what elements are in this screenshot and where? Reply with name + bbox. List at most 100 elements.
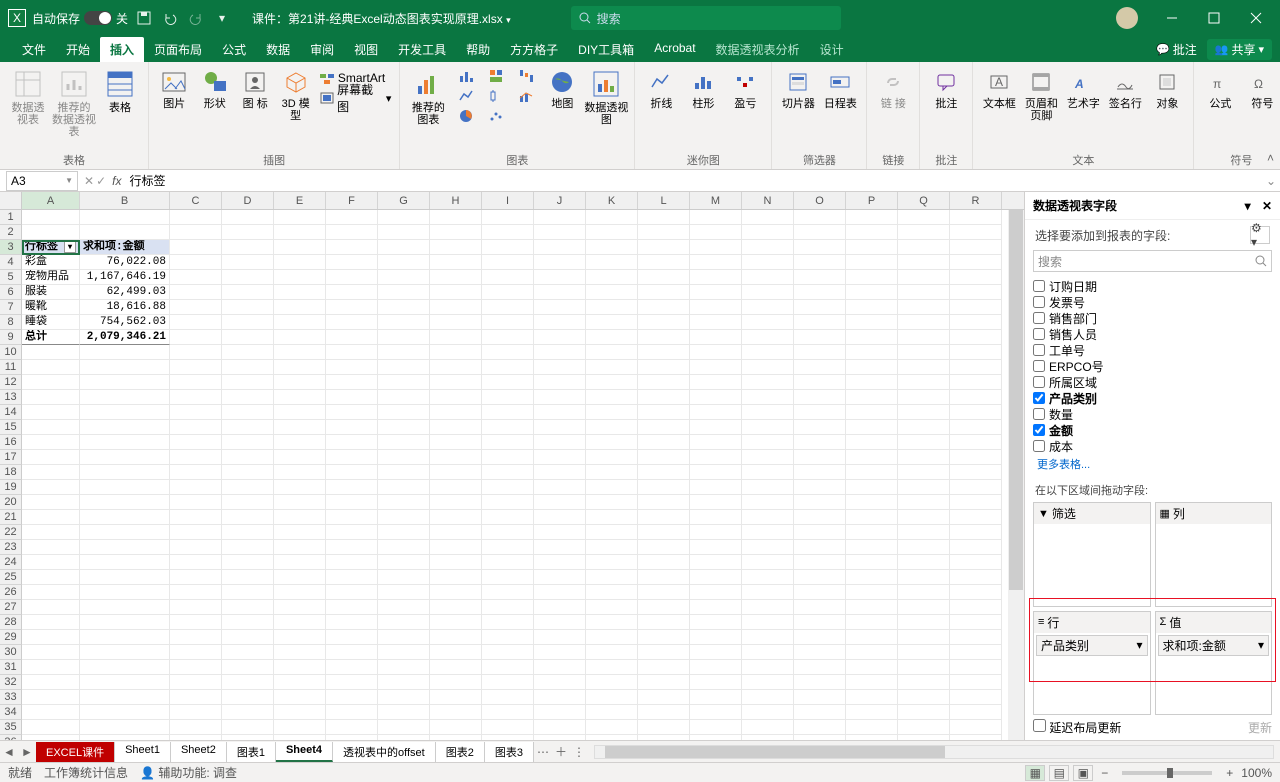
cell[interactable]	[742, 735, 794, 740]
cell[interactable]	[80, 660, 170, 675]
cell[interactable]	[22, 735, 80, 740]
cell[interactable]	[222, 525, 274, 540]
cell[interactable]	[378, 315, 430, 330]
cell[interactable]	[274, 705, 326, 720]
cell[interactable]	[794, 615, 846, 630]
cell[interactable]	[80, 705, 170, 720]
field-checkbox[interactable]: 金额	[1033, 422, 1272, 438]
cell[interactable]	[222, 315, 274, 330]
cell[interactable]	[950, 420, 1002, 435]
cell[interactable]	[170, 255, 222, 270]
worksheet-grid[interactable]: ABCDEFGHIJKLMNOPQR 123行标签▾求和项:金额4彩盒76,02…	[0, 192, 1024, 740]
column-header[interactable]: M	[690, 192, 742, 209]
cell[interactable]	[482, 570, 534, 585]
cell[interactable]	[430, 615, 482, 630]
sheet-tab[interactable]: 图表3	[485, 742, 534, 762]
cell[interactable]	[794, 600, 846, 615]
cell[interactable]	[378, 555, 430, 570]
cell[interactable]	[742, 525, 794, 540]
3dmodel-button[interactable]: 3D 模 型	[276, 66, 314, 122]
cell[interactable]	[794, 420, 846, 435]
object-button[interactable]: 对象	[1147, 66, 1187, 110]
cell[interactable]	[378, 360, 430, 375]
column-header[interactable]: I	[482, 192, 534, 209]
field-checkbox[interactable]: 订购日期	[1033, 278, 1272, 294]
cell[interactable]	[482, 345, 534, 360]
cell[interactable]	[482, 225, 534, 240]
cell[interactable]: 彩盒	[22, 255, 80, 270]
cell[interactable]	[326, 615, 378, 630]
cell[interactable]	[794, 495, 846, 510]
cell[interactable]	[846, 645, 898, 660]
cell[interactable]	[222, 570, 274, 585]
cell[interactable]	[794, 225, 846, 240]
qat-more-icon[interactable]: ▾	[212, 8, 232, 28]
cell[interactable]	[950, 450, 1002, 465]
cell[interactable]	[794, 705, 846, 720]
sheet-tab[interactable]: Sheet1	[115, 742, 171, 762]
cell[interactable]	[586, 600, 638, 615]
cell[interactable]	[274, 540, 326, 555]
tab-开始[interactable]: 开始	[56, 37, 100, 62]
cell[interactable]	[22, 675, 80, 690]
cell[interactable]	[794, 270, 846, 285]
cell[interactable]	[430, 330, 482, 345]
cell[interactable]	[898, 705, 950, 720]
tab-页面布局[interactable]: 页面布局	[144, 37, 212, 62]
cell[interactable]	[22, 645, 80, 660]
search-input[interactable]: 搜索	[571, 6, 841, 30]
cell[interactable]	[326, 495, 378, 510]
cell[interactable]	[638, 735, 690, 740]
cell[interactable]	[638, 375, 690, 390]
cell[interactable]	[222, 510, 274, 525]
cell[interactable]	[690, 225, 742, 240]
cell[interactable]	[482, 510, 534, 525]
cell[interactable]	[742, 300, 794, 315]
cell[interactable]	[534, 600, 586, 615]
cell[interactable]	[170, 690, 222, 705]
cell[interactable]	[690, 435, 742, 450]
row-header[interactable]: 34	[0, 705, 22, 720]
cell[interactable]	[846, 390, 898, 405]
cell[interactable]	[326, 210, 378, 225]
cell[interactable]	[22, 630, 80, 645]
tab-公式[interactable]: 公式	[212, 37, 256, 62]
row-header[interactable]: 4	[0, 255, 22, 270]
cell[interactable]	[586, 225, 638, 240]
cell[interactable]	[222, 480, 274, 495]
cell[interactable]	[170, 645, 222, 660]
cell[interactable]	[222, 375, 274, 390]
cell[interactable]	[846, 450, 898, 465]
cell[interactable]	[274, 405, 326, 420]
tab-数据透视表分析[interactable]: 数据透视表分析	[706, 37, 810, 62]
cell[interactable]	[898, 360, 950, 375]
cell[interactable]	[482, 285, 534, 300]
user-avatar[interactable]	[1116, 7, 1138, 29]
cell[interactable]	[950, 705, 1002, 720]
cell[interactable]	[170, 420, 222, 435]
column-header[interactable]: N	[742, 192, 794, 209]
cell[interactable]	[22, 540, 80, 555]
cell[interactable]	[378, 450, 430, 465]
columns-drop-area[interactable]: ▦ 列	[1155, 502, 1273, 607]
cell[interactable]	[430, 555, 482, 570]
cell[interactable]	[846, 225, 898, 240]
cell[interactable]	[378, 735, 430, 740]
cell[interactable]: 754,562.03	[80, 315, 170, 330]
tab-DIY工具箱[interactable]: DIY工具箱	[568, 37, 644, 62]
cell[interactable]	[274, 615, 326, 630]
symbol-button[interactable]: Ω符号	[1242, 66, 1280, 110]
cell[interactable]	[430, 480, 482, 495]
cell[interactable]	[846, 705, 898, 720]
cell[interactable]	[638, 690, 690, 705]
cell[interactable]	[950, 540, 1002, 555]
cell[interactable]	[586, 675, 638, 690]
cell[interactable]	[326, 735, 378, 740]
cell[interactable]	[898, 675, 950, 690]
row-header[interactable]: 9	[0, 330, 22, 345]
cell[interactable]	[794, 585, 846, 600]
row-header[interactable]: 8	[0, 315, 22, 330]
cell[interactable]	[690, 465, 742, 480]
cell[interactable]	[274, 375, 326, 390]
cell[interactable]	[170, 285, 222, 300]
